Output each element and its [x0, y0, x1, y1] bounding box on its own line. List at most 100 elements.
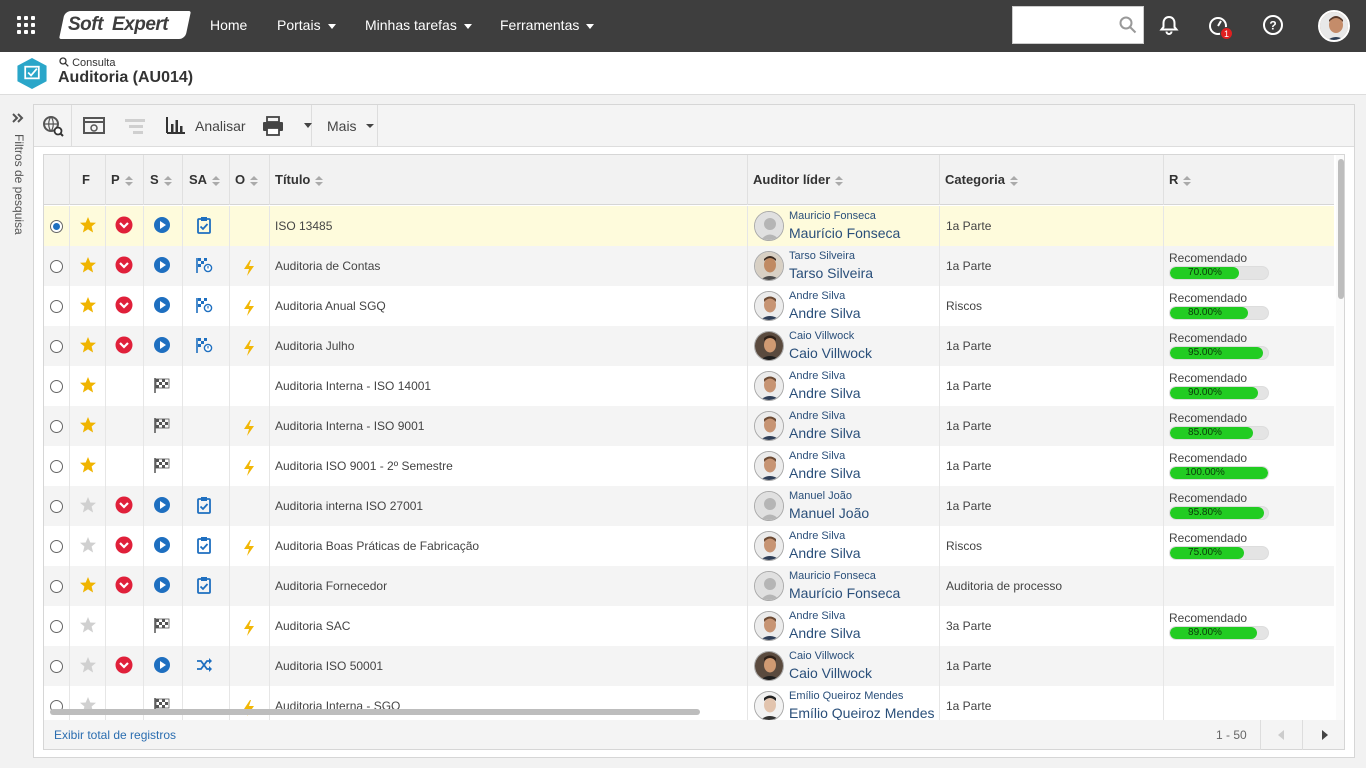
auditor-name-small[interactable]: Caio Villwock	[789, 330, 854, 342]
global-search-input[interactable]	[1012, 6, 1144, 44]
audit-title[interactable]: Auditoria interna ISO 27001	[275, 499, 423, 513]
column-header-sa[interactable]: SA	[183, 155, 230, 205]
table-row[interactable]: Auditoria Boas Práticas de Fabricação And…	[44, 526, 1334, 566]
more-menu-button[interactable]: Mais	[312, 105, 378, 146]
column-header-category[interactable]: Categoria	[940, 155, 1164, 205]
auditor-name-small[interactable]: Andre Silva	[789, 290, 845, 302]
previous-page-button[interactable]	[1260, 720, 1302, 750]
favorite-star-icon[interactable]	[79, 256, 97, 274]
vertical-scrollbar[interactable]	[1336, 155, 1344, 720]
favorite-star-icon[interactable]	[79, 496, 97, 514]
row-select-radio[interactable]	[50, 260, 63, 273]
auditor-name[interactable]: Maurício Fonseca	[789, 225, 900, 241]
audit-title[interactable]: ISO 13485	[275, 219, 332, 233]
audit-title[interactable]: Auditoria SAC	[275, 619, 350, 633]
row-select-radio[interactable]	[50, 460, 63, 473]
audit-title[interactable]: Auditoria de Contas	[275, 259, 380, 273]
audit-title[interactable]: Auditoria Fornecedor	[275, 579, 387, 593]
table-row[interactable]: Auditoria Fornecedor Mauricio Fonseca Maur…	[44, 566, 1334, 606]
chevron-down-icon[interactable]	[304, 123, 312, 128]
favorite-star-icon[interactable]	[79, 536, 97, 554]
user-avatar[interactable]	[1318, 10, 1350, 42]
row-select-radio[interactable]	[50, 580, 63, 593]
row-select-radio[interactable]	[50, 540, 63, 553]
auditor-name-small[interactable]: Manuel João	[789, 490, 852, 502]
auditor-name-small[interactable]: Tarso Silveira	[789, 250, 855, 262]
column-header-r[interactable]: R	[1164, 155, 1334, 205]
table-row[interactable]: Auditoria ISO 50001 Caio Villwock Caio Vil…	[44, 646, 1334, 686]
auditor-name[interactable]: Andre Silva	[789, 625, 861, 641]
row-select-radio[interactable]	[50, 420, 63, 433]
column-header-favorite[interactable]: F	[70, 155, 106, 205]
table-row[interactable]: Auditoria ISO 9001 - 2º Semestre Andre Si…	[44, 446, 1334, 486]
auditor-name[interactable]: Maurício Fonseca	[789, 585, 900, 601]
auditor-name[interactable]: Caio Villwock	[789, 665, 872, 681]
table-row[interactable]: Auditoria interna ISO 27001 Manuel João Ma…	[44, 486, 1334, 526]
auditor-name-small[interactable]: Mauricio Fonseca	[789, 570, 876, 582]
column-header-lead-auditor[interactable]: Auditor líder	[748, 155, 940, 205]
row-select-radio[interactable]	[50, 340, 63, 353]
auditor-name-small[interactable]: Emílio Queiroz Mendes	[789, 690, 903, 702]
audit-title[interactable]: Auditoria Interna - ISO 14001	[275, 379, 431, 393]
table-row[interactable]: Auditoria de Contas Tarso Silveira Tarso S…	[44, 246, 1334, 286]
table-row[interactable]: Auditoria Interna - SGQ Emílio Queiroz Me…	[44, 686, 1334, 720]
auditor-name[interactable]: Tarso Silveira	[789, 265, 873, 281]
favorite-star-icon[interactable]	[79, 456, 97, 474]
favorite-star-icon[interactable]	[79, 216, 97, 234]
auditor-name-small[interactable]: Mauricio Fonseca	[789, 210, 876, 222]
column-header-title[interactable]: Título	[270, 155, 748, 205]
audit-title[interactable]: Auditoria ISO 9001 - 2º Semestre	[275, 459, 453, 473]
column-header-o[interactable]: O	[230, 155, 270, 205]
auditor-name[interactable]: Andre Silva	[789, 425, 861, 441]
row-select-radio[interactable]	[50, 380, 63, 393]
row-select-radio[interactable]	[50, 660, 63, 673]
row-select-radio[interactable]	[50, 620, 63, 633]
auditor-name[interactable]: Andre Silva	[789, 545, 861, 561]
nav-minhas-tarefas[interactable]: Minhas tarefas	[365, 0, 472, 52]
column-header-p[interactable]: P	[106, 155, 144, 205]
audit-title[interactable]: Auditoria Boas Práticas de Fabricação	[275, 539, 479, 553]
auditor-name-small[interactable]: Andre Silva	[789, 410, 845, 422]
table-row[interactable]: Auditoria Julho Caio Villwock Caio Villwoc…	[44, 326, 1334, 366]
search-icon[interactable]	[1119, 16, 1137, 34]
auditor-name[interactable]: Caio Villwock	[789, 345, 872, 361]
nav-home[interactable]: Home	[210, 0, 247, 52]
auditor-name-small[interactable]: Andre Silva	[789, 370, 845, 382]
row-select-radio[interactable]	[50, 500, 63, 513]
auditor-name-small[interactable]: Caio Villwock	[789, 650, 854, 662]
help-icon[interactable]: ?	[1262, 14, 1284, 36]
favorite-star-icon[interactable]	[79, 616, 97, 634]
audit-title[interactable]: Auditoria Anual SGQ	[275, 299, 386, 313]
nav-portais[interactable]: Portais	[277, 0, 336, 52]
row-select-radio[interactable]	[50, 300, 63, 313]
auditor-name[interactable]: Emílio Queiroz Mendes	[789, 705, 935, 720]
favorite-star-icon[interactable]	[79, 416, 97, 434]
table-row[interactable]: ISO 13485 Mauricio Fonseca Maurício Fonsec…	[44, 206, 1334, 246]
vertical-scroll-thumb[interactable]	[1338, 159, 1344, 299]
show-total-records-link[interactable]: Exibir total de registros	[54, 728, 176, 742]
softexpert-logo[interactable]: Soft Expert	[59, 11, 191, 39]
auditor-name-small[interactable]: Andre Silva	[789, 610, 845, 622]
preview-button[interactable]	[72, 105, 150, 146]
table-row[interactable]: Auditoria Interna - ISO 9001 Andre Silva A…	[44, 406, 1334, 446]
auditor-name[interactable]: Andre Silva	[789, 465, 861, 481]
favorite-star-icon[interactable]	[79, 336, 97, 354]
table-row[interactable]: Auditoria SAC Andre Silva Andre Silva 3a Pa…	[44, 606, 1334, 646]
favorite-star-icon[interactable]	[79, 376, 97, 394]
auditor-name-small[interactable]: Andre Silva	[789, 530, 845, 542]
table-row[interactable]: Auditoria Interna - ISO 14001 Andre Silva…	[44, 366, 1334, 406]
next-page-button[interactable]	[1302, 720, 1344, 750]
auditor-name[interactable]: Andre Silva	[789, 305, 861, 321]
auditor-name-small[interactable]: Andre Silva	[789, 450, 845, 462]
favorite-star-icon[interactable]	[79, 296, 97, 314]
table-row[interactable]: Auditoria Anual SGQ Andre Silva Andre Silv…	[44, 286, 1334, 326]
breadcrumb[interactable]: Consulta	[59, 57, 115, 69]
view-data-button[interactable]	[34, 105, 72, 146]
favorite-star-icon[interactable]	[79, 656, 97, 674]
audit-title[interactable]: Auditoria Interna - ISO 9001	[275, 419, 424, 433]
row-select-radio[interactable]	[50, 220, 63, 233]
search-filters-tab[interactable]: Filtros de pesquisa	[0, 104, 34, 254]
nav-ferramentas[interactable]: Ferramentas	[500, 0, 595, 52]
horizontal-scroll-thumb[interactable]	[50, 709, 700, 715]
audit-title[interactable]: Auditoria ISO 50001	[275, 659, 383, 673]
